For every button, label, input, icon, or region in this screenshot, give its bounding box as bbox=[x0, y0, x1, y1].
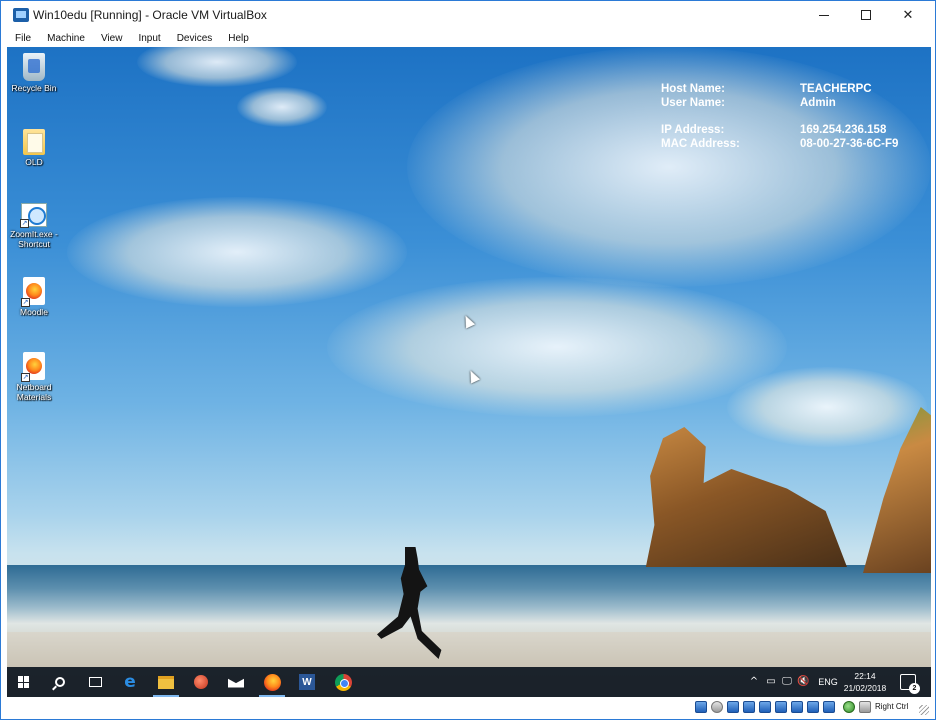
language-indicator[interactable]: ENG bbox=[817, 675, 839, 689]
vm-status-bar: Right Ctrl bbox=[1, 697, 935, 719]
desktop-icon-label: Moodle bbox=[20, 307, 48, 317]
mac-address-label: MAC Address: bbox=[661, 138, 740, 150]
usb-icon[interactable] bbox=[759, 701, 771, 713]
desktop-icon-label: OLD bbox=[25, 157, 43, 167]
desktop-icon-label: Netboard Materials bbox=[16, 382, 52, 402]
wallpaper-cloud bbox=[67, 197, 407, 307]
desktop-icon-old[interactable]: OLD bbox=[8, 129, 60, 167]
clock-time: 22:14 bbox=[854, 671, 876, 681]
shortcut-arrow-icon: ↗ bbox=[21, 373, 30, 382]
minimize-button[interactable] bbox=[803, 1, 845, 29]
desktop-icon-moodle[interactable]: ↗ Moodle bbox=[8, 277, 60, 317]
menu-devices[interactable]: Devices bbox=[171, 33, 219, 44]
mac-address-row: MAC Address: 08-00-27-36-6C-F9 bbox=[661, 138, 931, 152]
tray-overflow-icon[interactable]: ^ bbox=[749, 675, 759, 689]
edge-icon: e bbox=[124, 672, 136, 692]
firefox-shortcut-icon: ↗ bbox=[21, 352, 45, 382]
taskbar-firefox[interactable] bbox=[255, 667, 289, 697]
shared-folders-icon[interactable] bbox=[775, 701, 787, 713]
taskbar-chrome[interactable] bbox=[326, 667, 360, 697]
zoomit-icon: ↗ bbox=[20, 203, 47, 228]
network-icon[interactable]: 🖵 bbox=[781, 675, 793, 689]
host-name-row: Host Name: TEACHERPC bbox=[661, 83, 931, 97]
menu-view[interactable]: View bbox=[95, 33, 129, 44]
recycle-bin-icon bbox=[23, 53, 45, 81]
virtualbox-window: Win10edu [Running] - Oracle VM VirtualBo… bbox=[0, 0, 936, 720]
volume-muted-icon[interactable]: 🔇 bbox=[797, 675, 809, 689]
taskbar-snail-app[interactable] bbox=[184, 667, 218, 697]
windows-start-icon bbox=[18, 676, 30, 688]
resize-grip-icon[interactable] bbox=[919, 705, 929, 715]
user-name-row: User Name: Admin bbox=[661, 97, 931, 111]
host-name-value: TEACHERPC bbox=[800, 83, 872, 95]
wallpaper-cloud bbox=[727, 367, 927, 447]
video-capture-icon[interactable] bbox=[807, 701, 819, 713]
taskbar-word[interactable]: W bbox=[290, 667, 324, 697]
title-bar[interactable]: Win10edu [Running] - Oracle VM VirtualBo… bbox=[1, 1, 935, 29]
close-button[interactable]: ✕ bbox=[887, 1, 929, 29]
hard-disk-icon[interactable] bbox=[695, 701, 707, 713]
desktop-icon-label: Recycle Bin bbox=[11, 83, 57, 93]
notification-count-badge: 2 bbox=[909, 683, 920, 694]
desktop-icon-netboard-materials[interactable]: ↗ Netboard Materials bbox=[8, 352, 60, 402]
desktop-icon-label: ZoomIt.exe - Shortcut bbox=[10, 229, 58, 249]
ip-address-row: IP Address: 169.254.236.158 bbox=[661, 124, 931, 138]
vm-display[interactable]: Host Name: TEACHERPC User Name: Admin IP… bbox=[7, 47, 931, 697]
network-adapter-icon[interactable] bbox=[743, 701, 755, 713]
taskbar: e W ^ ▭ 🖵 🔇 ENG 22:14 21/02/2018 2 bbox=[7, 667, 931, 697]
maximize-button[interactable] bbox=[845, 1, 887, 29]
firefox-shortcut-icon: ↗ bbox=[21, 277, 45, 307]
action-center-button[interactable]: 2 bbox=[900, 674, 920, 694]
menu-bar: File Machine View Input Devices Help bbox=[1, 29, 935, 47]
file-explorer-icon bbox=[158, 675, 174, 689]
host-name-label: Host Name: bbox=[661, 83, 725, 95]
close-icon: ✕ bbox=[902, 7, 914, 22]
user-name-value: Admin bbox=[800, 97, 836, 109]
wallpaper-cloud bbox=[237, 87, 327, 127]
shortcut-arrow-icon: ↗ bbox=[21, 298, 30, 307]
menu-machine[interactable]: Machine bbox=[41, 33, 91, 44]
menu-help[interactable]: Help bbox=[222, 33, 255, 44]
firefox-icon bbox=[263, 673, 281, 691]
audio-icon[interactable] bbox=[727, 701, 739, 713]
wallpaper-cloud bbox=[137, 47, 297, 87]
mail-icon bbox=[228, 678, 244, 688]
snail-app-icon bbox=[194, 675, 208, 689]
search-button[interactable] bbox=[43, 667, 77, 697]
taskbar-mail[interactable] bbox=[219, 667, 253, 697]
search-icon bbox=[55, 677, 65, 687]
wallpaper-rock bbox=[645, 427, 847, 567]
battery-icon[interactable]: ▭ bbox=[765, 675, 777, 689]
start-button[interactable] bbox=[7, 667, 41, 697]
clock-date: 21/02/2018 bbox=[843, 683, 887, 693]
virtualization-icon[interactable] bbox=[823, 701, 835, 713]
optical-drive-icon[interactable] bbox=[711, 701, 723, 713]
word-icon: W bbox=[299, 674, 315, 690]
wallpaper-cloud bbox=[327, 277, 787, 417]
folder-icon bbox=[23, 129, 45, 155]
display-icon[interactable] bbox=[791, 701, 803, 713]
mouse-integration-icon[interactable] bbox=[859, 701, 871, 713]
window-title: Win10edu [Running] - Oracle VM VirtualBo… bbox=[33, 8, 267, 22]
host-key-label[interactable]: Right Ctrl bbox=[875, 702, 908, 711]
guest-additions-icon[interactable] bbox=[843, 701, 855, 713]
taskbar-clock[interactable]: 22:14 21/02/2018 bbox=[839, 670, 891, 694]
taskbar-edge[interactable]: e bbox=[113, 667, 147, 697]
virtualbox-app-icon[interactable] bbox=[13, 8, 29, 22]
minimize-icon bbox=[819, 14, 829, 16]
menu-file[interactable]: File bbox=[9, 33, 37, 44]
user-name-label: User Name: bbox=[661, 97, 725, 109]
task-view-button[interactable] bbox=[78, 667, 112, 697]
chrome-icon bbox=[334, 673, 352, 691]
mac-address-value: 08-00-27-36-6C-F9 bbox=[800, 138, 899, 150]
desktop-icon-zoomit[interactable]: ↗ ZoomIt.exe - Shortcut bbox=[8, 203, 60, 249]
maximize-icon bbox=[861, 10, 871, 20]
menu-input[interactable]: Input bbox=[132, 33, 166, 44]
shortcut-arrow-icon: ↗ bbox=[20, 219, 29, 228]
ip-address-value: 169.254.236.158 bbox=[800, 124, 887, 136]
desktop-icon-recycle-bin[interactable]: Recycle Bin bbox=[8, 53, 60, 93]
task-view-icon bbox=[88, 677, 102, 687]
taskbar-file-explorer[interactable] bbox=[149, 667, 183, 697]
ip-address-label: IP Address: bbox=[661, 124, 725, 136]
